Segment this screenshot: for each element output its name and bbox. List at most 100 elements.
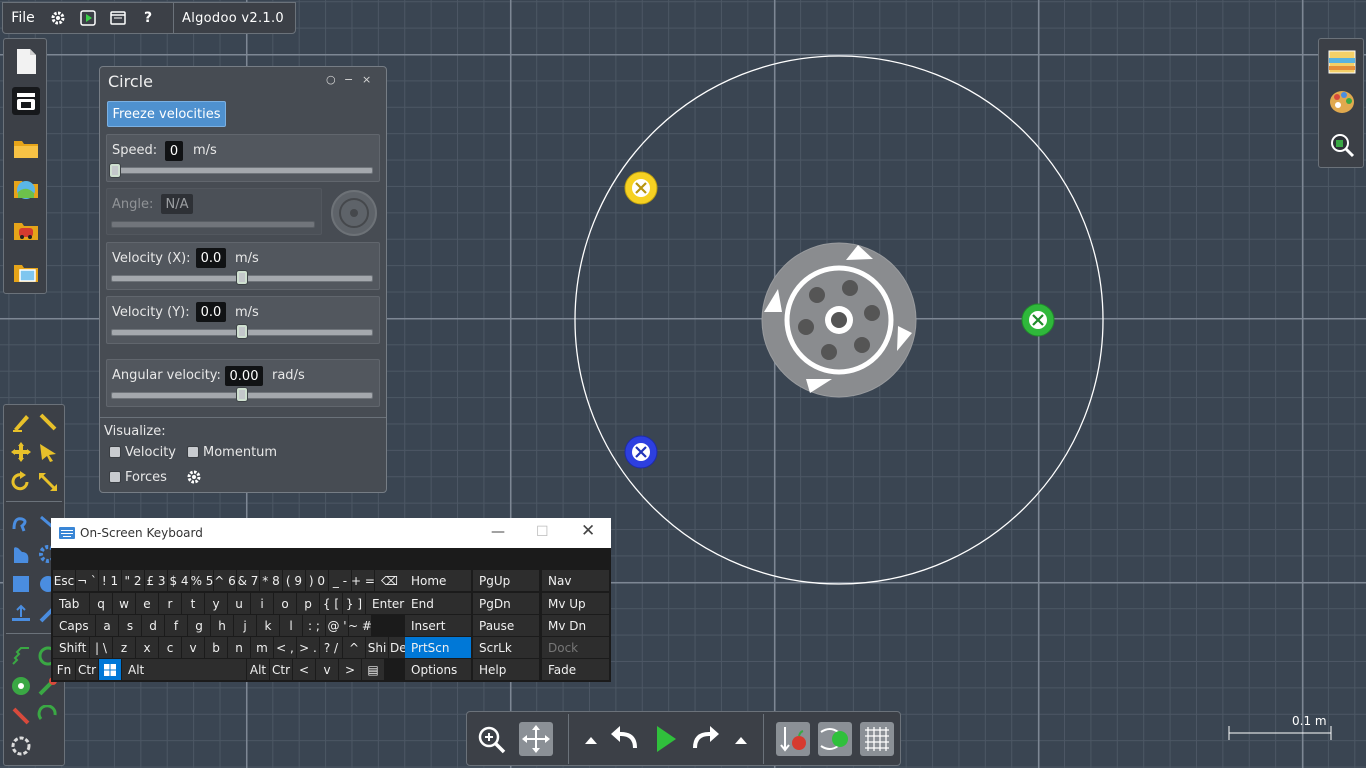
osk-nav-key[interactable]: PrtScn <box>405 637 471 658</box>
osk-key[interactable]: s <box>119 615 141 636</box>
osk-key[interactable]: £ 3 <box>145 570 167 591</box>
speed-value[interactable]: 0 <box>165 141 183 161</box>
osk-key[interactable]: _ - <box>329 570 351 591</box>
undo-history-arrow-icon[interactable] <box>581 722 601 756</box>
osk-nav-key[interactable]: PgUp <box>473 570 539 591</box>
dialog-close-icon[interactable]: × <box>362 73 371 86</box>
osk-key[interactable]: p <box>297 593 319 614</box>
osk-key[interactable]: l <box>280 615 302 636</box>
osk-key[interactable]: ▤ <box>362 659 384 680</box>
osk-key[interactable]: ! 1 <box>99 570 121 591</box>
redo-icon[interactable] <box>689 722 723 756</box>
redo-history-arrow-icon[interactable] <box>731 722 751 756</box>
osk-key[interactable]: Ctr <box>270 659 292 680</box>
velocity-x-slider-thumb[interactable] <box>236 270 248 285</box>
osk-key[interactable]: j <box>234 615 256 636</box>
osk-key[interactable]: ( 9 <box>283 570 305 591</box>
forces-checkbox[interactable] <box>109 471 121 483</box>
velocity-y-slider-thumb[interactable] <box>236 324 248 339</box>
open-folder-icon[interactable] <box>12 133 40 161</box>
osk-nav-key[interactable]: Help <box>473 659 539 680</box>
scale-tool-icon[interactable] <box>37 471 59 493</box>
osk-key[interactable]: { [ <box>320 593 342 614</box>
osk-key[interactable]: + = <box>352 570 374 591</box>
osk-nav-key[interactable]: Options <box>405 659 471 680</box>
osk-nav-key[interactable]: Dock <box>542 637 609 658</box>
osk-maximize-button[interactable]: ☐ <box>536 524 549 540</box>
scene-manager-icon[interactable] <box>12 87 40 115</box>
osk-nav-key[interactable]: Insert <box>405 615 471 636</box>
air-friction-icon[interactable] <box>818 722 852 756</box>
axle-tool-icon[interactable] <box>10 675 32 697</box>
osk-key[interactable]: % 5 <box>191 570 213 591</box>
osk-key[interactable]: v <box>182 637 204 658</box>
osk-key[interactable]: r <box>159 593 181 614</box>
window-icon[interactable] <box>103 3 133 33</box>
velocity-y-value[interactable]: 0.0 <box>196 302 226 322</box>
osk-key[interactable]: v <box>316 659 338 680</box>
osk-key[interactable]: t <box>182 593 204 614</box>
brush-tool-icon[interactable] <box>37 411 59 433</box>
osk-key[interactable]: a <box>96 615 118 636</box>
osk-nav-key[interactable]: PgDn <box>473 593 539 614</box>
zoom-icon[interactable] <box>474 722 508 756</box>
osk-key[interactable]: ~ # <box>349 615 371 636</box>
osk-key[interactable]: c <box>159 637 181 658</box>
osk-key[interactable]: h <box>211 615 233 636</box>
box-tool-icon[interactable] <box>10 573 32 595</box>
speed-slider-track[interactable] <box>111 167 373 174</box>
zoom-to-scene-icon[interactable] <box>1328 131 1356 159</box>
drag-tool-icon[interactable] <box>37 441 59 463</box>
laser-tool-icon[interactable] <box>10 705 32 727</box>
background-icon[interactable] <box>1328 48 1356 76</box>
gravity-icon[interactable] <box>776 722 810 756</box>
velocity-checkbox[interactable] <box>109 446 121 458</box>
osk-key[interactable]: & 7 <box>237 570 259 591</box>
osk-key[interactable]: < , <box>274 637 296 658</box>
help-icon[interactable]: ? <box>133 3 163 33</box>
osk-key[interactable]: d <box>142 615 164 636</box>
dialog-minimize-icon[interactable]: − <box>344 73 353 86</box>
osk-key[interactable]: | \ <box>90 637 112 658</box>
osk-key[interactable] <box>99 659 121 680</box>
osk-key[interactable]: ? / <box>320 637 342 658</box>
osk-key[interactable]: i <box>251 593 273 614</box>
osk-key[interactable]: } ] <box>343 593 365 614</box>
osk-key[interactable]: n <box>228 637 250 658</box>
rope-tool-icon[interactable] <box>10 513 32 535</box>
osk-key[interactable]: z <box>113 637 135 658</box>
move-tool-icon[interactable] <box>10 441 32 463</box>
osk-key[interactable]: g <box>188 615 210 636</box>
osk-key[interactable]: Alt <box>122 659 246 680</box>
osk-key[interactable]: > <box>339 659 361 680</box>
osk-key[interactable]: e <box>136 593 158 614</box>
play-icon[interactable] <box>648 722 682 756</box>
osk-nav-key[interactable]: Pause <box>473 615 539 636</box>
run-script-icon[interactable] <box>73 3 103 33</box>
osk-nav-key[interactable]: ScrLk <box>473 637 539 658</box>
open-phunlet-icon[interactable] <box>12 215 40 243</box>
sketch-tool-icon[interactable] <box>10 411 32 433</box>
tracer-tool-icon[interactable] <box>37 704 59 727</box>
osk-minimize-button[interactable]: — <box>491 524 505 540</box>
osk-key[interactable]: ^ 6 <box>214 570 236 591</box>
browse-online-icon[interactable] <box>12 173 40 201</box>
osk-key[interactable]: Shi <box>366 637 388 658</box>
new-scene-icon[interactable] <box>12 47 40 75</box>
osk-key[interactable]: ¬ ` <box>76 570 98 591</box>
dialog-options-icon[interactable]: ○ <box>326 73 336 86</box>
osk-key[interactable]: @ ' <box>326 615 348 636</box>
file-menu[interactable]: File <box>3 3 43 33</box>
osk-key[interactable]: Esc <box>53 570 75 591</box>
freeze-velocities-button[interactable]: Freeze velocities <box>107 101 226 127</box>
osk-key[interactable]: ⌫ <box>375 570 405 591</box>
polygon-tool-icon[interactable] <box>10 543 32 565</box>
settings-icon[interactable] <box>43 3 73 33</box>
osk-key[interactable]: Alt <box>247 659 269 680</box>
osk-key[interactable]: Shift <box>53 637 89 658</box>
osk-nav-key[interactable]: Home <box>405 570 471 591</box>
undo-icon[interactable] <box>607 722 641 756</box>
osk-key[interactable]: $ 4 <box>168 570 190 591</box>
osk-key[interactable]: y <box>205 593 227 614</box>
osk-key[interactable]: Caps <box>53 615 95 636</box>
